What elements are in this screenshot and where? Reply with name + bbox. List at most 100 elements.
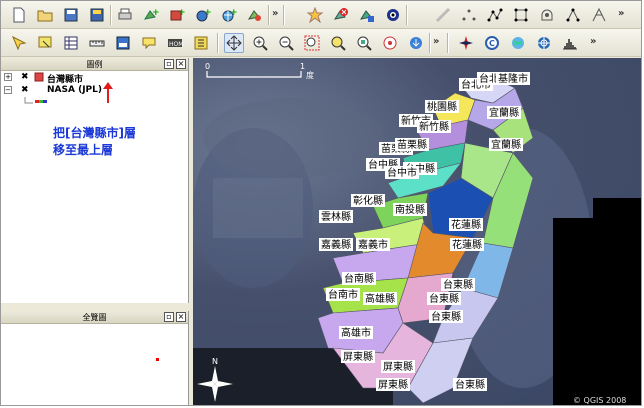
county-label: 雲林縣 bbox=[321, 210, 351, 223]
scale-start: 0 bbox=[205, 62, 210, 71]
capture-polygon-icon[interactable] bbox=[485, 5, 505, 25]
zoom-out-icon[interactable] bbox=[276, 33, 296, 53]
county-label: 宜蘭縣 bbox=[489, 106, 519, 119]
layer-checkbox[interactable]: ✖ bbox=[21, 72, 29, 82]
county-label: 嘉義縣 bbox=[321, 238, 351, 251]
overview-title: 全覽圖 bbox=[82, 313, 107, 322]
map-canvas[interactable]: 0 1 度 N © QGIS 2008 台北市 台北縣 基隆市 桃園縣 宜蘭縣 新竹市 新竹… bbox=[193, 58, 641, 405]
annotation-note: 把[台灣縣市]層 移至最上層 bbox=[53, 125, 136, 159]
node-tool-icon[interactable] bbox=[563, 5, 583, 25]
svg-text:+: + bbox=[178, 8, 185, 18]
county-label: 台南縣 bbox=[344, 272, 374, 285]
overflow-chevron-4[interactable]: » bbox=[590, 36, 596, 47]
overview-panel: 全覽圖 ▫ × bbox=[1, 311, 189, 405]
float-panel-icon[interactable]: ▫ bbox=[164, 312, 174, 322]
close-panel-icon[interactable]: × bbox=[176, 59, 186, 69]
add-layer-icon[interactable] bbox=[245, 5, 265, 25]
float-panel-icon[interactable]: ▫ bbox=[164, 59, 174, 69]
split-feature-icon[interactable] bbox=[537, 5, 557, 25]
county-label: 屏東縣 bbox=[343, 350, 373, 363]
zoom-full-icon[interactable] bbox=[302, 33, 322, 53]
capture-point-icon[interactable] bbox=[433, 5, 453, 25]
county-label: 台東縣 bbox=[443, 278, 473, 291]
add-vector-layer-icon[interactable]: + bbox=[141, 5, 161, 25]
vector-layer-icon bbox=[34, 72, 44, 82]
print-icon[interactable] bbox=[115, 5, 135, 25]
expand-icon[interactable]: + bbox=[4, 73, 12, 81]
map-svg: 0 1 度 N © QGIS 2008 台北市台北縣基隆市桃園縣宜蘭縣新竹市新竹… bbox=[193, 62, 641, 405]
bookmarks-icon[interactable] bbox=[191, 33, 211, 53]
layer-name: NASA (JPL) bbox=[47, 85, 102, 95]
add-wms-layer-icon[interactable]: + bbox=[219, 5, 239, 25]
county-label: 基隆市 bbox=[498, 72, 528, 85]
county-label: 桃園縣 bbox=[427, 100, 457, 113]
county-label: 花蓮縣 bbox=[452, 238, 482, 251]
add-postgis-layer-icon[interactable]: + bbox=[193, 5, 213, 25]
save-as-icon[interactable] bbox=[87, 5, 107, 25]
county-label: 高雄市 bbox=[341, 326, 371, 339]
open-project-icon[interactable] bbox=[35, 5, 55, 25]
county-label: 高雄縣 bbox=[365, 292, 395, 305]
overflow-chevron-1[interactable]: » bbox=[272, 8, 278, 19]
toolbar-row-1: + + + + » » bbox=[1, 1, 641, 29]
overflow-chevron-3[interactable]: » bbox=[433, 36, 439, 47]
zoom-selection-icon[interactable] bbox=[328, 33, 348, 53]
map-tips-icon[interactable] bbox=[139, 33, 159, 53]
home-icon[interactable]: HOME bbox=[165, 33, 185, 53]
county-label: 屏東縣 bbox=[378, 378, 408, 391]
gps-icon[interactable] bbox=[508, 33, 528, 53]
layer-properties-icon[interactable] bbox=[357, 5, 377, 25]
vertex-tool-icon[interactable] bbox=[589, 5, 609, 25]
county-label: 台南市 bbox=[328, 288, 358, 301]
collapse-icon[interactable]: − bbox=[4, 86, 12, 94]
grid-icon[interactable] bbox=[534, 33, 554, 53]
scale-bar: 0 1 度 bbox=[205, 62, 314, 80]
note-line-2: 移至最上層 bbox=[53, 143, 114, 157]
zoom-layer-icon[interactable] bbox=[354, 33, 374, 53]
scale-unit: 度 bbox=[306, 70, 314, 80]
histogram-icon[interactable] bbox=[560, 33, 580, 53]
save-project-icon[interactable] bbox=[61, 5, 81, 25]
pan-icon-small[interactable] bbox=[9, 33, 29, 53]
attribute-table-icon[interactable] bbox=[61, 33, 81, 53]
county-label: 台東縣 bbox=[429, 292, 459, 305]
zoom-last-icon[interactable] bbox=[380, 33, 400, 53]
refresh-icon[interactable] bbox=[406, 33, 426, 53]
county-label: 台中市 bbox=[387, 166, 417, 179]
svg-text:+: + bbox=[230, 8, 237, 18]
legend-title: 圖例 bbox=[86, 60, 103, 69]
county-label: 宜蘭縣 bbox=[491, 138, 521, 151]
red-arrow-annotation bbox=[103, 82, 113, 103]
compass-north: N bbox=[212, 357, 218, 366]
note-line-1: 把[台灣縣市]層 bbox=[53, 126, 136, 140]
zoom-in-icon[interactable] bbox=[250, 33, 270, 53]
overview-icon[interactable] bbox=[383, 5, 403, 25]
north-arrow-icon[interactable] bbox=[456, 33, 476, 53]
close-panel-icon[interactable]: × bbox=[176, 312, 186, 322]
raster-legend-icon bbox=[24, 97, 47, 104]
overflow-chevron-2[interactable]: » bbox=[618, 8, 624, 19]
county-label: 嘉義市 bbox=[358, 238, 388, 251]
capture-line-icon[interactable] bbox=[459, 5, 479, 25]
scale-end: 1 bbox=[300, 62, 305, 71]
toggle-editing-icon[interactable] bbox=[305, 5, 325, 25]
measure-line-icon[interactable] bbox=[87, 33, 107, 53]
legend-panel: 圖例 ▫ × + ✖ 台灣縣市 − ✖ NASA (JPL) 把[台灣縣市]層 … bbox=[1, 58, 189, 303]
county-label: 屏東縣 bbox=[383, 360, 413, 373]
layer-item-taiwan-counties[interactable]: + ✖ 台灣縣市 bbox=[1, 71, 188, 85]
measure-area-icon[interactable] bbox=[113, 33, 133, 53]
panel-splitter[interactable] bbox=[1, 303, 189, 311]
move-feature-icon[interactable] bbox=[511, 5, 531, 25]
remove-layer-icon[interactable] bbox=[331, 5, 351, 25]
select-features-icon[interactable] bbox=[35, 33, 55, 53]
layer-checkbox[interactable]: ✖ bbox=[21, 85, 29, 95]
pan-icon[interactable] bbox=[224, 33, 244, 53]
county-label: 台東縣 bbox=[455, 378, 485, 391]
layer-item-nasa-jpl[interactable]: − ✖ NASA (JPL) bbox=[1, 84, 188, 97]
qgis-window: + + + + » » HOM » C » 圖例 ▫ × + ✖ 台灣縣市 − … bbox=[0, 0, 642, 406]
county-label: 花蓮縣 bbox=[451, 218, 481, 231]
raster-legend-row bbox=[1, 97, 188, 107]
add-raster-layer-icon[interactable]: + bbox=[167, 5, 187, 25]
new-project-icon[interactable] bbox=[9, 5, 29, 25]
copyright-icon[interactable]: C bbox=[482, 33, 502, 53]
